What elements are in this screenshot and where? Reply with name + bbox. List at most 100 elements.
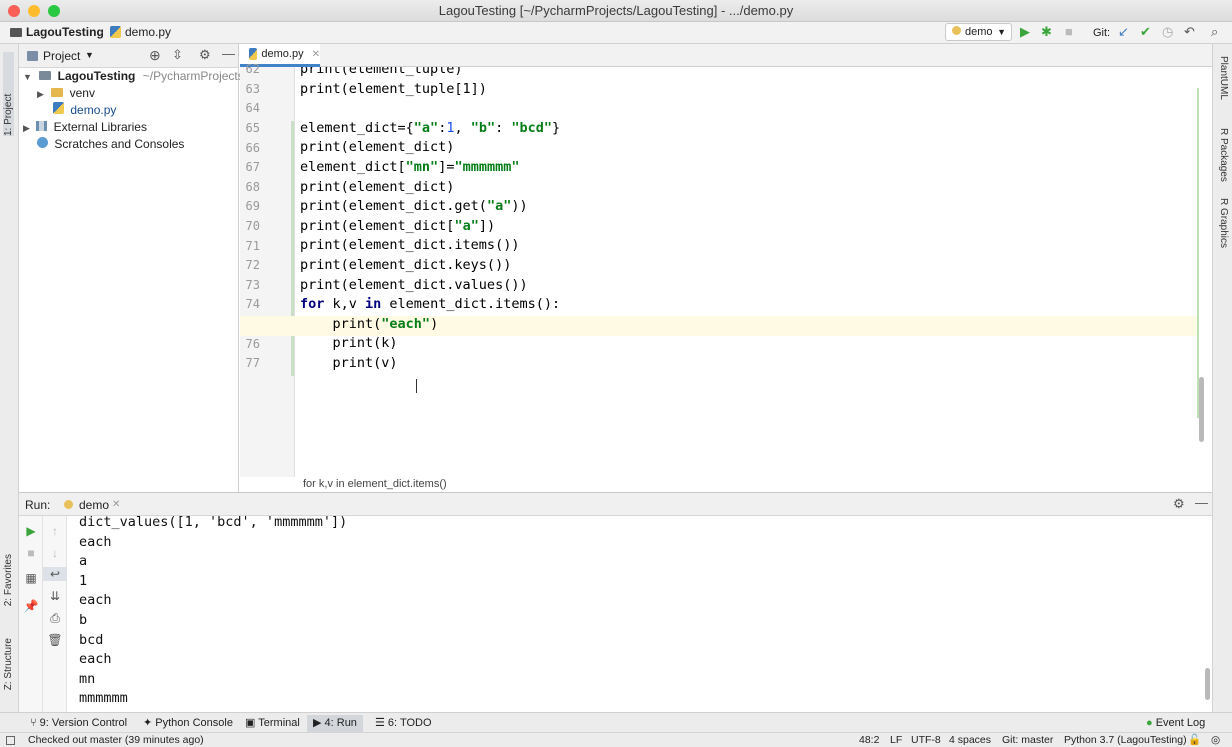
tree-item-demo-py[interactable]: demo.py	[53, 102, 116, 119]
zoom-window-button[interactable]	[48, 5, 60, 17]
indent-setting[interactable]: 4 spaces	[949, 733, 991, 747]
string-token: "each"	[381, 315, 431, 332]
console-line: b	[79, 612, 88, 628]
window-titlebar: LagouTesting [~/PycharmProjects/LagouTes…	[0, 0, 1232, 22]
soft-wrap-icon[interactable]: ↩	[43, 567, 67, 581]
tree-item-scratches[interactable]: Scratches and Consoles	[37, 136, 184, 153]
line-number-gutter: 62 63 64 65 66 67 68 69 70 71 72 73 74 7…	[240, 62, 295, 477]
folder-icon	[51, 88, 64, 97]
line-number: 63	[245, 82, 260, 96]
run-icon: ▶	[313, 717, 325, 729]
console-line: mmmmmm	[79, 690, 128, 706]
python-interpreter[interactable]: Python 3.7 (LagouTesting)	[1064, 733, 1187, 747]
code-token: )	[430, 315, 439, 332]
notifications-icon[interactable]: ◎	[1211, 733, 1220, 747]
scroll-to-end-icon[interactable]: ⇊	[43, 589, 67, 603]
python-console-button[interactable]: ✦ Python Console	[143, 716, 233, 731]
tree-item-venv[interactable]: ▶ venv	[37, 85, 95, 102]
lock-icon[interactable]: 🔓	[1188, 733, 1201, 747]
code-line: print(element_tuple[1])	[300, 79, 487, 99]
line-number: 69	[245, 199, 260, 213]
search-icon[interactable]: ⌕	[1211, 25, 1218, 39]
gear-icon[interactable]: ⚙	[1173, 496, 1185, 512]
git-rollback-icon[interactable]: ↶	[1184, 25, 1195, 39]
rerun-icon[interactable]: ▶	[19, 524, 43, 538]
line-number: 67	[245, 160, 260, 174]
r-packages-tool-tab[interactable]: R Packages	[1218, 128, 1229, 182]
gear-icon[interactable]: ⚙	[199, 47, 211, 63]
layout-icon[interactable]: ▦	[19, 571, 43, 585]
line-number: 74	[245, 297, 260, 311]
print-icon[interactable]: ⎙	[43, 611, 67, 625]
locate-icon[interactable]: ⊕	[149, 47, 161, 64]
console-line: each	[79, 534, 112, 550]
hide-panel-icon[interactable]: —	[222, 46, 235, 61]
line-separator[interactable]: LF	[890, 733, 902, 747]
git-branch[interactable]: Git: master	[1002, 733, 1053, 747]
line-number: 66	[245, 141, 260, 155]
down-arrow-icon[interactable]: ↓	[43, 546, 67, 560]
caret-position[interactable]: 48:2	[859, 733, 879, 747]
project-root-item[interactable]: ▼ LagouTesting ~/PycharmProjects/L	[23, 68, 254, 85]
event-log-icon: ●	[1146, 717, 1156, 729]
trash-icon[interactable]: 🗑	[43, 633, 67, 647]
chevron-down-icon[interactable]: ▼	[85, 50, 94, 60]
close-tab-icon[interactable]: ✕	[312, 44, 320, 65]
close-window-button[interactable]	[8, 5, 20, 17]
git-commit-icon[interactable]: ✔	[1140, 25, 1151, 39]
toggle-tool-windows-icon[interactable]	[6, 736, 15, 745]
collapse-all-icon[interactable]: ⇳	[172, 47, 183, 63]
close-tab-icon[interactable]: ✕	[112, 499, 120, 510]
string-token: "a"	[454, 217, 479, 234]
event-log-button[interactable]: ● Event Log	[1146, 716, 1205, 731]
r-graphics-tool-tab[interactable]: R Graphics	[1218, 198, 1229, 248]
run-console-output[interactable]: dict_values([1, 'bcd', 'mmmmmm']) each a…	[79, 516, 1199, 713]
project-tool-tab[interactable]: 1: Project	[3, 52, 14, 136]
code-editor: demo.py ✕ 62 63 64 65 66 67 68 69 70 71 …	[240, 44, 1212, 492]
console-scrollbar[interactable]	[1205, 668, 1210, 700]
favorites-tool-tab[interactable]: 2: Favorites	[3, 554, 14, 606]
structure-tool-tab[interactable]: Z: Structure	[3, 638, 14, 690]
console-line: bcd	[79, 632, 104, 648]
library-icon	[36, 121, 48, 131]
run-panel: Run: demo ✕ ⚙ — ▶ ■ ▦ 📌 ↑ ↓ ↩ ⇊ ⎙ 🗑 dict…	[19, 492, 1212, 713]
project-view-select[interactable]: Project	[43, 49, 80, 63]
editor-scrollbar[interactable]	[1199, 377, 1204, 442]
git-update-icon[interactable]: ↙	[1118, 25, 1129, 39]
minimize-window-button[interactable]	[28, 5, 40, 17]
run-panel-title: Run:	[25, 498, 51, 512]
pin-icon[interactable]: 📌	[19, 599, 43, 613]
run-tab-demo[interactable]: demo	[79, 498, 109, 512]
todo-button[interactable]: ☰ 6: TODO	[375, 716, 432, 731]
version-control-button[interactable]: ⑂ 9: Version Control	[30, 716, 127, 731]
line-number: 65	[245, 121, 260, 135]
code-breadcrumb[interactable]: for k,v in element_dict.items()	[295, 477, 1212, 492]
project-crumb[interactable]: LagouTesting	[10, 25, 104, 39]
tool-window-bar: ⑂ 9: Version Control ✦ Python Console ▣ …	[0, 712, 1232, 732]
terminal-button[interactable]: ▣ Terminal	[245, 716, 300, 731]
terminal-icon: ▣	[245, 717, 259, 729]
run-tool-button[interactable]: ▶ 4: Run	[307, 715, 363, 732]
code-token: print(element_dict)	[300, 178, 455, 195]
git-label: Git:	[1093, 27, 1111, 39]
debug-icon[interactable]: ✱	[1041, 25, 1052, 39]
file-encoding[interactable]: UTF-8	[911, 733, 941, 747]
code-token: ]=	[438, 159, 455, 175]
code-token: }	[552, 119, 561, 136]
tree-item-external-libraries[interactable]: ▶ External Libraries	[23, 119, 147, 136]
code-area[interactable]: print(element_tuple) print(element_tuple[…	[300, 67, 1195, 477]
stop-icon[interactable]: ■	[19, 546, 43, 560]
file-crumb[interactable]: demo.py	[110, 25, 171, 39]
editor-tab-bar: demo.py ✕	[240, 44, 1212, 67]
run-configuration-select[interactable]: demo ▼	[945, 23, 1012, 41]
run-icon[interactable]: ▶	[1020, 25, 1030, 39]
stop-icon[interactable]: ■	[1065, 25, 1073, 39]
code-line: print(element_dict.keys())	[300, 255, 511, 275]
hide-panel-icon[interactable]: —	[1195, 495, 1208, 510]
code-line: print(element_tuple)	[300, 67, 463, 79]
plantuml-tool-tab[interactable]: PlantUML	[1218, 56, 1229, 100]
git-history-icon[interactable]: ◷	[1162, 25, 1173, 39]
up-arrow-icon[interactable]: ↑	[43, 524, 67, 538]
code-token: print(v)	[300, 355, 398, 371]
project-view-icon	[27, 51, 38, 61]
